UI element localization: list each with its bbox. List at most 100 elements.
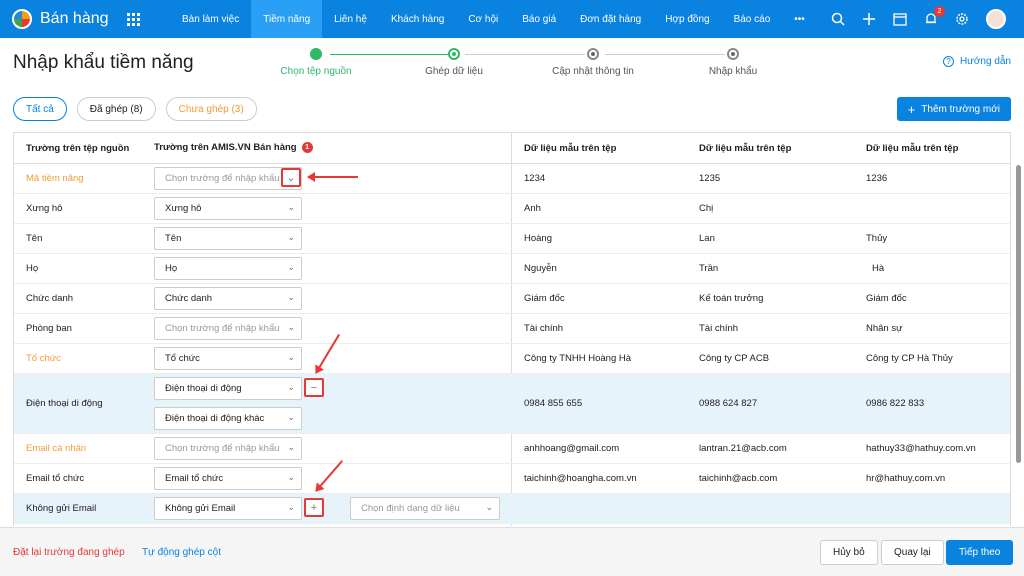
source-field: Email cá nhân <box>26 443 87 454</box>
target-field-select[interactable]: Xưng hô ⌄ <box>154 197 302 220</box>
app-grid-icon[interactable] <box>127 12 140 26</box>
question-icon: ? <box>942 56 954 67</box>
nav-co-hoi[interactable]: Cơ hội <box>456 0 510 38</box>
page-title: Nhập khẩu tiềm năng <box>13 52 194 73</box>
table-row: Mã tiềm năng Chọn trường để nhập khẩu ⌄ … <box>14 164 1010 194</box>
source-field: Phòng ban <box>26 323 72 334</box>
source-field: Điện thoại di động <box>26 398 103 409</box>
header-sample-3: Dữ liệu mẫu trên tệp <box>866 142 959 154</box>
target-field-select[interactable]: Chọn trường để nhập khẩu ⌄ <box>154 317 302 340</box>
check-icon <box>310 48 322 60</box>
source-field: Chức danh <box>26 293 74 304</box>
target-field-select[interactable]: Họ ⌄ <box>154 257 302 280</box>
sample-value: Chị <box>699 203 714 214</box>
nav-bao-cao[interactable]: Báo cáo <box>722 0 783 38</box>
top-icons: 2 <box>831 0 1006 38</box>
target-field-select[interactable]: Không gửi Email ⌄ <box>154 497 302 520</box>
sample-value: Hoàng <box>524 233 552 244</box>
sample-value: Lan <box>699 233 715 244</box>
calendar-icon[interactable] <box>893 12 907 26</box>
sample-value: Công ty CP Hà Thủy <box>866 353 953 364</box>
source-field: Tên <box>26 233 43 244</box>
annotation-arrow <box>307 172 358 182</box>
sample-value: 0984 855 655 <box>524 398 583 409</box>
target-field-select[interactable]: Tổ chức ⌄ <box>154 347 302 370</box>
sample-value: taichinh@hoangha.com.vn <box>524 473 637 484</box>
nav-more[interactable]: ••• <box>782 0 817 38</box>
nav-lien-he[interactable]: Liên hệ <box>322 0 379 38</box>
step-choose-source: Chọn tệp nguồn <box>266 48 366 77</box>
mapping-table: Trường trên tệp nguồn Trường trên AMIS.V… <box>13 132 1011 526</box>
table-row: Email cá nhân Chọn trường để nhập khẩu ⌄ … <box>14 434 1010 464</box>
back-button[interactable]: Quay lại <box>881 540 944 565</box>
nav-ban-lam-viec[interactable]: Bàn làm việc <box>170 0 251 38</box>
sample-value: Kế toán trưởng <box>699 293 764 304</box>
chevron-down-icon: ⌄ <box>287 472 295 482</box>
help-link[interactable]: ? Hướng dẫn <box>942 56 1011 67</box>
chevron-down-icon: ⌄ <box>287 502 295 512</box>
sample-value: 0986 822 833 <box>866 398 925 409</box>
bell-icon[interactable]: 2 <box>924 6 945 26</box>
gear-icon[interactable] <box>955 12 969 26</box>
sample-value: Nhân sự <box>866 323 903 334</box>
logo-icon <box>12 9 32 29</box>
nav-hop-dong[interactable]: Hợp đồng <box>653 0 721 38</box>
target-field-select-2[interactable]: Điện thoại di động khác ⌄ <box>154 407 302 430</box>
plus-icon: + <box>907 101 916 117</box>
table-row: Chức danh Chức danh ⌄ Giám đốc Kế toán tr… <box>14 284 1010 314</box>
chevron-down-icon: ⌄ <box>287 292 295 302</box>
data-format-select[interactable]: Chọn định dạng dữ liệu ⌄ <box>350 497 500 520</box>
notification-badge: 2 <box>934 6 945 17</box>
sample-value: Thủy <box>866 233 888 244</box>
sample-value: Hà <box>872 263 885 274</box>
minus-icon[interactable]: − <box>304 378 324 397</box>
scrollbar[interactable] <box>1016 165 1021 463</box>
target-field-select[interactable]: Chức danh ⌄ <box>154 287 302 310</box>
app-name: Bán hàng <box>40 10 109 27</box>
reset-matching-link[interactable]: Đặt lại trường đang ghép <box>13 547 125 558</box>
chevron-down-icon: ⌄ <box>287 412 295 422</box>
step-match-data: Ghép dữ liệu <box>404 48 504 77</box>
source-field: Email tổ chức <box>26 473 85 484</box>
header-sample-2: Dữ liệu mẫu trên tệp <box>699 142 792 154</box>
required-badge: 1 <box>301 142 313 154</box>
table-row: Họ Họ ⌄ Nguyễn Trần Hà <box>14 254 1010 284</box>
filter-unmatched[interactable]: Chưa ghép (3) <box>165 97 257 121</box>
sample-value: lantran.21@acb.com <box>699 443 787 454</box>
add-field-button[interactable]: + Thêm trường mới <box>896 97 1011 121</box>
filter-matched[interactable]: Đã ghép (8) <box>76 97 156 121</box>
table-row: Email tổ chức Email tổ chức ⌄ taichinh@ho… <box>14 464 1010 494</box>
header-sample-1: Dữ liệu mẫu trên tệp <box>524 142 617 154</box>
cancel-button[interactable]: Hủy bỏ <box>820 540 878 565</box>
plus-icon[interactable] <box>862 12 876 26</box>
sample-value: taichinh@acb.com <box>699 473 778 484</box>
source-field: Mã tiềm năng <box>26 173 84 184</box>
target-field-select[interactable]: Chọn trường để nhập khẩu <box>154 167 302 190</box>
auto-match-link[interactable]: Tự động ghép cột <box>142 547 221 558</box>
avatar[interactable] <box>986 9 1006 29</box>
header-target: Trường trên AMIS.VN Bán hàng 1 <box>154 142 313 154</box>
chevron-down-icon[interactable]: ⌄ <box>281 168 301 187</box>
table-row: Không gửi Email Không gửi Email ⌄ + Chọn … <box>14 494 1010 524</box>
nav-don-dat-hang[interactable]: Đơn đặt hàng <box>568 0 653 38</box>
sample-value: Tài chính <box>699 323 739 334</box>
footer-bar: Đặt lại trường đang ghép Tự động ghép cộ… <box>0 527 1024 576</box>
next-button[interactable]: Tiếp theo <box>946 540 1014 565</box>
filter-all[interactable]: Tất cả <box>13 97 67 121</box>
plus-icon[interactable]: + <box>304 498 324 517</box>
source-field: Xưng hô <box>26 203 63 214</box>
nav-tiem-nang[interactable]: Tiềm năng <box>251 0 323 38</box>
step-dot-icon <box>448 48 460 60</box>
search-icon[interactable] <box>831 12 845 26</box>
target-field-select[interactable]: Chọn trường để nhập khẩu ⌄ <box>154 437 302 460</box>
target-field-select[interactable]: Điện thoại di động ⌄ <box>154 377 302 400</box>
source-field: Họ <box>26 263 39 274</box>
sample-value: hathuy33@hathuy.com.vn <box>866 443 976 454</box>
chevron-down-icon: ⌄ <box>287 232 295 242</box>
top-nav-bar: Bán hàng Bàn làm việc Tiềm năng Liên hệ … <box>0 0 1024 38</box>
nav-bao-gia[interactable]: Báo giá <box>510 0 568 38</box>
chevron-down-icon: ⌄ <box>287 202 295 212</box>
target-field-select[interactable]: Email tổ chức ⌄ <box>154 467 302 490</box>
nav-khach-hang[interactable]: Khách hàng <box>379 0 456 38</box>
target-field-select[interactable]: Tên ⌄ <box>154 227 302 250</box>
